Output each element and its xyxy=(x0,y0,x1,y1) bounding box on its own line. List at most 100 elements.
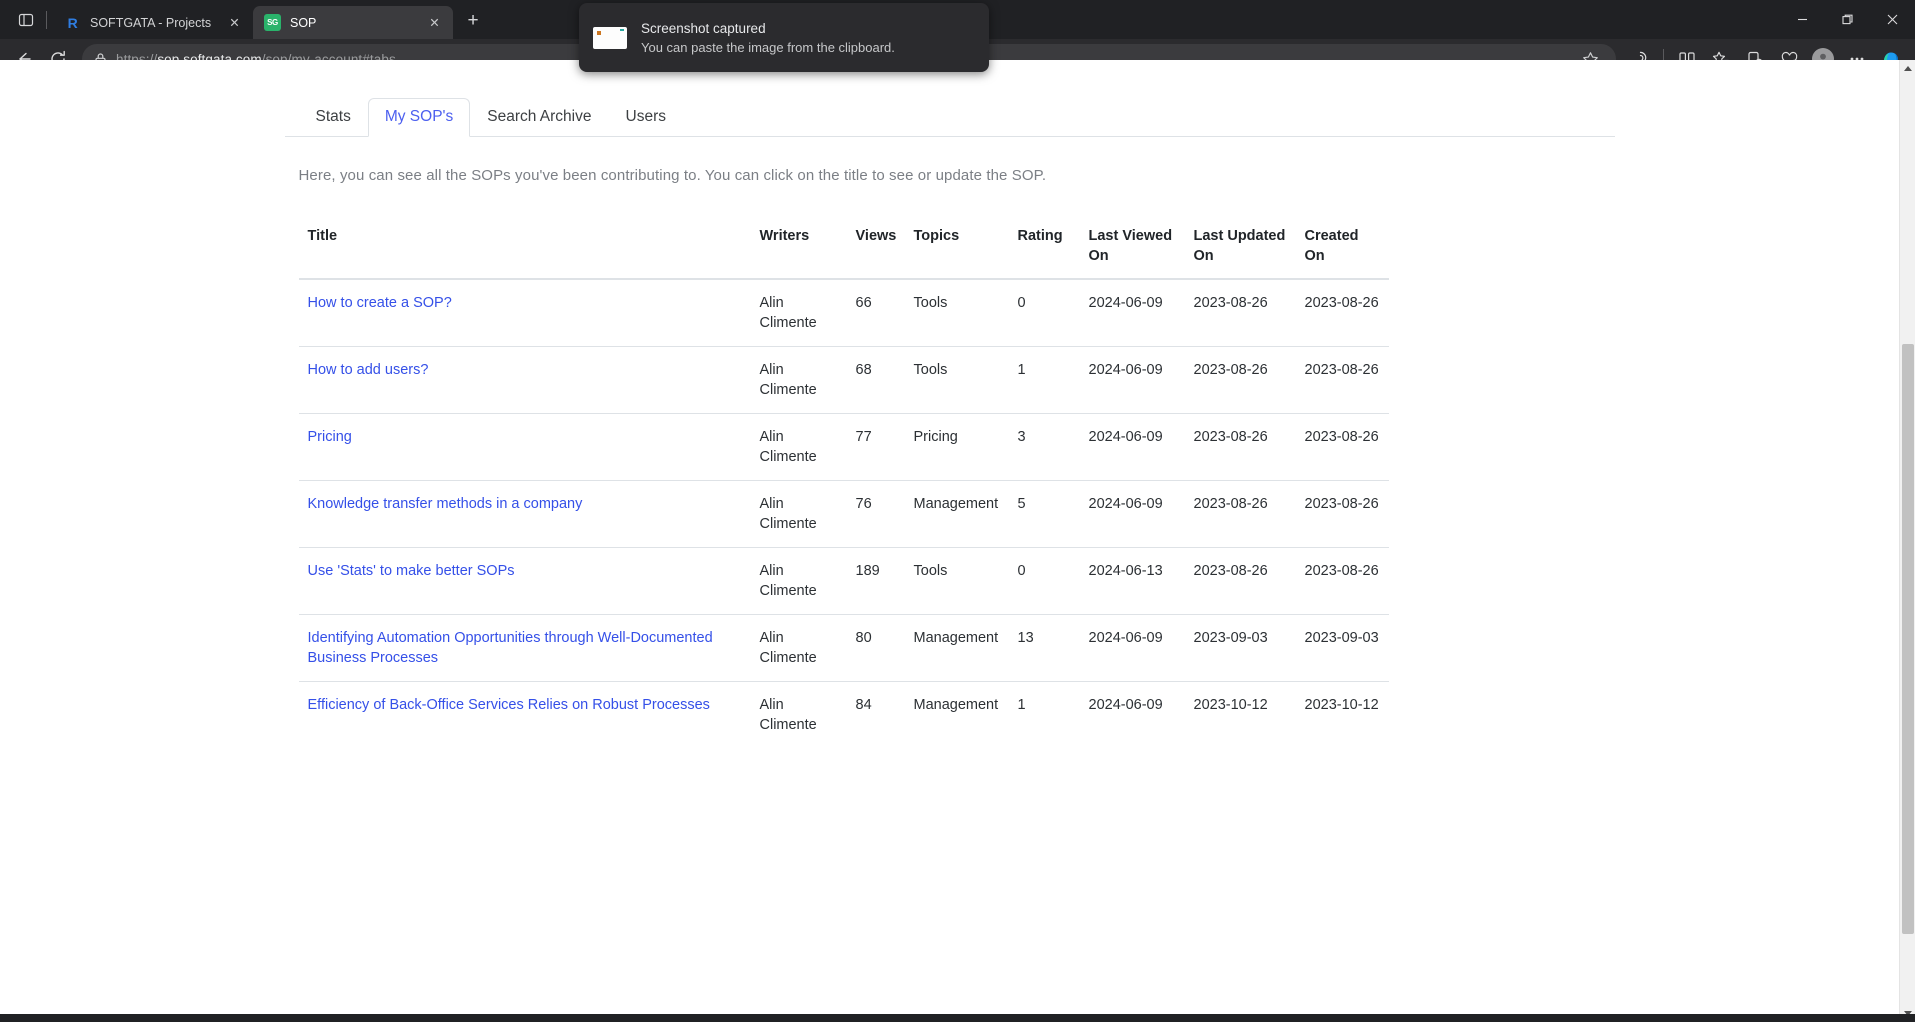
cell-rating: 1 xyxy=(1009,682,1080,749)
sop-sg-icon: SG xyxy=(264,14,281,31)
cell-last-viewed-on: 2024-06-13 xyxy=(1080,548,1185,615)
restore-icon xyxy=(1842,14,1853,25)
column-header-views: Views xyxy=(847,214,905,279)
table-row: How to create a SOP? Alin Climente 66 To… xyxy=(299,279,1389,347)
cell-topics: Management xyxy=(905,615,1009,682)
cell-writers: Alin Climente xyxy=(751,548,847,615)
table-body: How to create a SOP? Alin Climente 66 To… xyxy=(299,279,1389,748)
toast-title: Screenshot captured xyxy=(641,19,895,38)
cell-rating: 13 xyxy=(1009,615,1080,682)
column-header-title: Title xyxy=(299,214,751,279)
tab-title: SOP xyxy=(290,16,415,30)
cell-topics: Management xyxy=(905,481,1009,548)
screenshot-thumbnail xyxy=(593,27,627,49)
table-header-row: Title Writers Views Topics Rating Last V… xyxy=(299,214,1389,279)
cell-writers: Alin Climente xyxy=(751,481,847,548)
softgata-r-icon: R xyxy=(64,14,81,31)
cell-last-updated-on: 2023-09-03 xyxy=(1185,615,1296,682)
close-window-button[interactable] xyxy=(1870,0,1915,39)
tab-search-archive[interactable]: Search Archive xyxy=(470,98,608,137)
table-header: Title Writers Views Topics Rating Last V… xyxy=(299,214,1389,279)
cell-title: How to create a SOP? xyxy=(299,279,751,347)
cell-rating: 3 xyxy=(1009,414,1080,481)
table-row: Efficiency of Back-Office Services Relie… xyxy=(299,682,1389,749)
cell-views: 189 xyxy=(847,548,905,615)
cell-topics: Tools xyxy=(905,548,1009,615)
page-viewport: Stats My SOP's Search Archive Users Here… xyxy=(0,60,1915,1022)
cell-created-on: 2023-08-26 xyxy=(1296,279,1389,347)
cell-topics: Pricing xyxy=(905,414,1009,481)
sop-title-link[interactable]: Use 'Stats' to make better SOPs xyxy=(308,563,515,579)
cell-last-updated-on: 2023-08-26 xyxy=(1185,347,1296,414)
new-tab-button[interactable]: + xyxy=(458,6,488,36)
cell-title: Identifying Automation Opportunities thr… xyxy=(299,615,751,682)
column-header-last-viewed-on: Last Viewed On xyxy=(1080,214,1185,279)
tab-close-button[interactable]: ✕ xyxy=(424,12,445,33)
cell-created-on: 2023-08-26 xyxy=(1296,548,1389,615)
cell-views: 77 xyxy=(847,414,905,481)
column-header-writers: Writers xyxy=(751,214,847,279)
tab-title: SOFTGATA - Projects xyxy=(90,16,215,30)
sop-title-link[interactable]: Efficiency of Back-Office Services Relie… xyxy=(308,697,710,713)
sop-title-link[interactable]: Knowledge transfer methods in a company xyxy=(308,496,583,512)
cell-topics: Tools xyxy=(905,279,1009,347)
scrollbar-thumb[interactable] xyxy=(1902,344,1914,934)
cell-last-updated-on: 2023-08-26 xyxy=(1185,481,1296,548)
cell-created-on: 2023-08-26 xyxy=(1296,481,1389,548)
cell-last-viewed-on: 2024-06-09 xyxy=(1080,615,1185,682)
sidebar-toggle-button[interactable] xyxy=(8,5,44,35)
cell-views: 68 xyxy=(847,347,905,414)
column-header-rating: Rating xyxy=(1009,214,1080,279)
toast-text: Screenshot captured You can paste the im… xyxy=(641,19,895,57)
cell-title: Knowledge transfer methods in a company xyxy=(299,481,751,548)
column-header-topics: Topics xyxy=(905,214,1009,279)
cell-last-viewed-on: 2024-06-09 xyxy=(1080,279,1185,347)
minimize-button[interactable] xyxy=(1780,0,1825,39)
cell-created-on: 2023-08-26 xyxy=(1296,347,1389,414)
cell-writers: Alin Climente xyxy=(751,615,847,682)
sop-title-link[interactable]: How to create a SOP? xyxy=(308,295,452,311)
cell-rating: 5 xyxy=(1009,481,1080,548)
cell-rating: 0 xyxy=(1009,548,1080,615)
sop-table-container: Title Writers Views Topics Rating Last V… xyxy=(299,214,1615,748)
sop-title-link[interactable]: How to add users? xyxy=(308,362,429,378)
cell-last-viewed-on: 2024-06-09 xyxy=(1080,414,1185,481)
web-page: Stats My SOP's Search Archive Users Here… xyxy=(0,60,1899,1022)
browser-tab-softgata-projects[interactable]: R SOFTGATA - Projects ✕ xyxy=(53,6,253,39)
column-header-created-on: Created On xyxy=(1296,214,1389,279)
scroll-up-button[interactable] xyxy=(1900,60,1915,77)
browser-tab-sop[interactable]: SG SOP ✕ xyxy=(253,6,453,39)
intro-text: Here, you can see all the SOPs you've be… xyxy=(299,167,1615,184)
cell-topics: Tools xyxy=(905,347,1009,414)
sop-title-link[interactable]: Pricing xyxy=(308,429,352,445)
table-row: Knowledge transfer methods in a company … xyxy=(299,481,1389,548)
table-row: Use 'Stats' to make better SOPs Alin Cli… xyxy=(299,548,1389,615)
tab-users[interactable]: Users xyxy=(609,98,683,137)
screenshot-toast[interactable]: Screenshot captured You can paste the im… xyxy=(579,3,989,72)
page-tab-bar: Stats My SOP's Search Archive Users xyxy=(285,98,1615,137)
tab-stats[interactable]: Stats xyxy=(299,98,368,137)
cell-views: 76 xyxy=(847,481,905,548)
cell-title: Pricing xyxy=(299,414,751,481)
tab-my-sops[interactable]: My SOP's xyxy=(368,98,470,137)
cell-last-viewed-on: 2024-06-09 xyxy=(1080,347,1185,414)
cell-created-on: 2023-09-03 xyxy=(1296,615,1389,682)
cell-writers: Alin Climente xyxy=(751,682,847,749)
tab-close-button[interactable]: ✕ xyxy=(224,12,245,33)
cell-created-on: 2023-10-12 xyxy=(1296,682,1389,749)
cell-last-updated-on: 2023-08-26 xyxy=(1185,548,1296,615)
table-row: Identifying Automation Opportunities thr… xyxy=(299,615,1389,682)
page-scrollbar[interactable] xyxy=(1899,60,1915,1022)
cell-title: Efficiency of Back-Office Services Relie… xyxy=(299,682,751,749)
window-bottom-edge xyxy=(0,1014,1915,1022)
maximize-button[interactable] xyxy=(1825,0,1870,39)
cell-title: Use 'Stats' to make better SOPs xyxy=(299,548,751,615)
cell-last-viewed-on: 2024-06-09 xyxy=(1080,481,1185,548)
close-icon xyxy=(1887,14,1898,25)
cell-rating: 0 xyxy=(1009,279,1080,347)
page-content: Stats My SOP's Search Archive Users Here… xyxy=(285,98,1615,748)
cell-title: How to add users? xyxy=(299,347,751,414)
cell-last-updated-on: 2023-08-26 xyxy=(1185,279,1296,347)
cell-last-updated-on: 2023-08-26 xyxy=(1185,414,1296,481)
sop-title-link[interactable]: Identifying Automation Opportunities thr… xyxy=(308,630,713,666)
